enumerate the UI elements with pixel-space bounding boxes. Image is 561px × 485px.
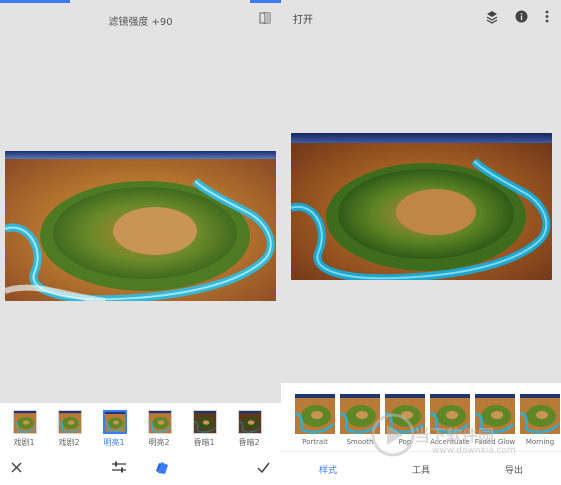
check-icon[interactable] [257, 462, 270, 473]
original-photo [291, 133, 552, 280]
layers-icon[interactable] [486, 10, 498, 24]
edited-photo [5, 151, 276, 301]
filter-toolbar: 戏剧1 戏剧2 明亮1 明亮2 昏暗1 昏暗2 [0, 403, 281, 485]
style-thumb[interactable] [520, 394, 560, 434]
style-brush-icon[interactable] [155, 459, 171, 475]
tab-styles[interactable]: 样式 [298, 463, 358, 476]
style-label: Morning [525, 438, 555, 446]
filter-label: 戏剧2 [58, 438, 80, 447]
filter-label: 明亮2 [148, 438, 170, 447]
watermark-url: www.downxia.com [432, 446, 516, 456]
tab-export[interactable]: 导出 [484, 463, 544, 476]
close-icon[interactable] [11, 462, 22, 473]
filter-label: 昏暗1 [193, 438, 215, 447]
watermark-site-name: 当下软件园 [414, 426, 495, 445]
compare-icon[interactable] [259, 12, 271, 24]
info-icon[interactable] [515, 10, 528, 23]
filter-thumb[interactable] [103, 410, 127, 434]
filter-label: 明亮1 [103, 438, 125, 447]
filter-thumb[interactable] [13, 410, 37, 434]
filter-thumb[interactable] [238, 410, 262, 434]
style-label: Portrait [302, 438, 328, 446]
filter-strength-title: 滤镜强度 +90 [108, 17, 173, 28]
filter-label: 昏暗2 [238, 438, 260, 447]
progress-accent [0, 0, 70, 3]
filter-thumb[interactable] [148, 410, 172, 434]
site-watermark: 当下软件园 www.downxia.com [370, 412, 516, 462]
progress-accent [250, 0, 281, 3]
filter-editor-panel: 滤镜强度 +90 戏剧1 戏剧2 明亮1 明亮2 昏暗1 昏暗2 [0, 0, 281, 485]
filter-thumb[interactable] [58, 410, 82, 434]
style-thumb[interactable] [295, 394, 335, 434]
more-vert-icon[interactable] [545, 10, 549, 23]
tab-tools[interactable]: 工具 [391, 463, 451, 476]
filter-thumb[interactable] [193, 410, 217, 434]
filter-label: 戏剧1 [13, 438, 35, 447]
sliders-icon[interactable] [112, 461, 126, 474]
open-button[interactable]: 打开 [293, 11, 313, 26]
